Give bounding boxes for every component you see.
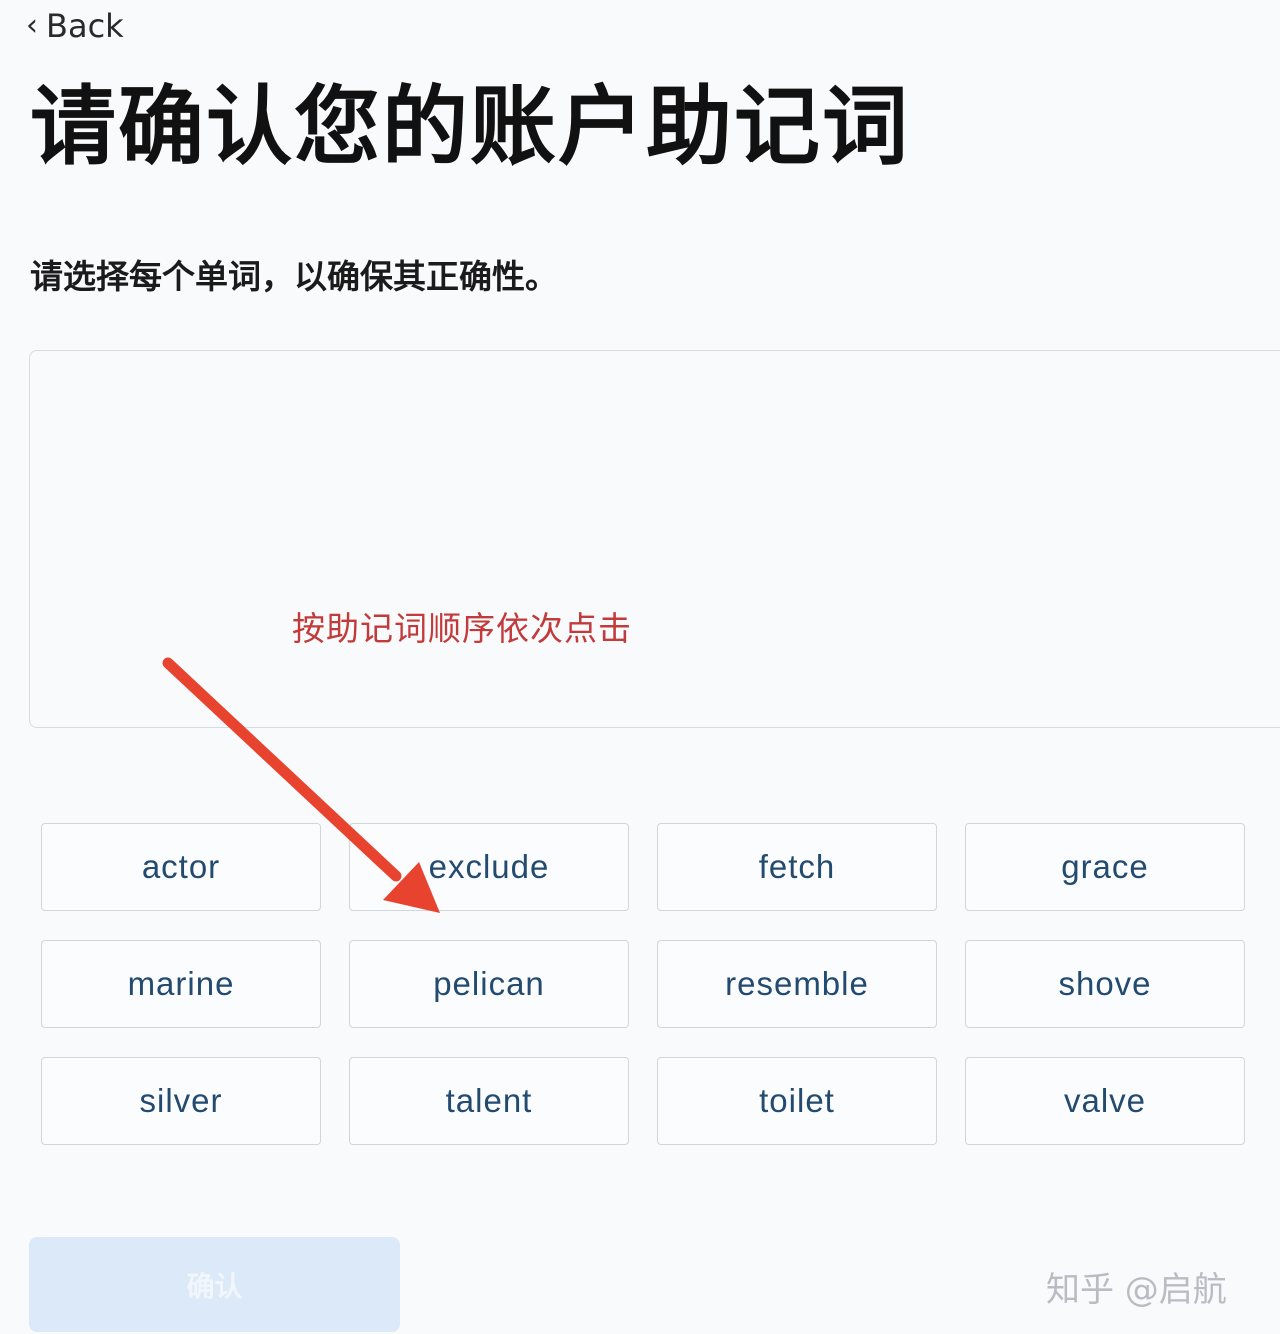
back-label: Back (46, 7, 124, 45)
word-button-toilet[interactable]: toilet (657, 1057, 937, 1145)
confirm-button[interactable]: 确认 (29, 1237, 400, 1332)
chevron-left-icon: ‹ (26, 8, 38, 43)
selected-words-area[interactable] (29, 350, 1280, 728)
word-button-fetch[interactable]: fetch (657, 823, 937, 911)
word-grid: actor exclude fetch grace marine pelican… (41, 823, 1245, 1145)
word-button-talent[interactable]: talent (349, 1057, 629, 1145)
word-button-marine[interactable]: marine (41, 940, 321, 1028)
word-button-valve[interactable]: valve (965, 1057, 1245, 1145)
word-button-grace[interactable]: grace (965, 823, 1245, 911)
word-button-resemble[interactable]: resemble (657, 940, 937, 1028)
back-button[interactable]: ‹ Back (26, 4, 124, 48)
word-button-actor[interactable]: actor (41, 823, 321, 911)
page-title: 请确认您的账户助记词 (30, 77, 910, 177)
word-button-silver[interactable]: silver (41, 1057, 321, 1145)
page-subtitle: 请选择每个单词，以确保其正确性。 (30, 257, 558, 296)
watermark: 知乎 @启航 (1046, 1270, 1227, 1310)
word-button-shove[interactable]: shove (965, 940, 1245, 1028)
word-button-pelican[interactable]: pelican (349, 940, 629, 1028)
hint-annotation: 按助记词顺序依次点击 (292, 609, 632, 648)
word-button-exclude[interactable]: exclude (349, 823, 629, 911)
